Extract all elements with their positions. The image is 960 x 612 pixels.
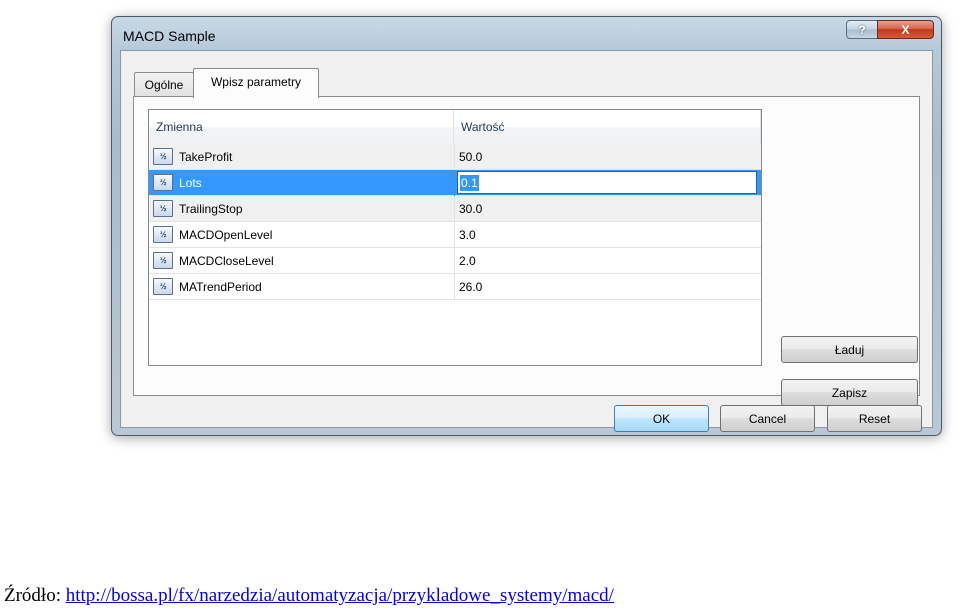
macd-sample-dialog: MACD Sample ? X Ogólne Wpisz parametry Z…	[111, 16, 942, 436]
list-header: Zmienna Wartość	[149, 110, 761, 144]
variable-value: 30.0	[459, 202, 483, 216]
cancel-button[interactable]: Cancel	[720, 405, 815, 432]
variable-name: MATrendPeriod	[179, 280, 262, 294]
variable-name: MACDCloseLevel	[179, 254, 274, 268]
tab-ogolne[interactable]: Ogólne	[134, 72, 194, 97]
table-row-selected[interactable]: ½ Lots 0.1	[149, 170, 761, 196]
save-button[interactable]: Zapisz	[781, 379, 918, 406]
dialog-client-area: Ogólne Wpisz parametry Zmienna Wartość ½…	[120, 50, 933, 432]
variable-name: MACDOpenLevel	[179, 228, 273, 242]
value-edit-input[interactable]: 0.1	[457, 171, 757, 194]
variable-name: TrailingStop	[179, 202, 243, 216]
table-row[interactable]: ½ MACDCloseLevel 2.0	[149, 248, 761, 274]
tab-wpisz-parametry[interactable]: Wpisz parametry	[193, 68, 319, 98]
parameters-list[interactable]: Zmienna Wartość ½ TakeProfit 50.0 ½ Lots…	[148, 109, 762, 366]
variable-value: 3.0	[459, 228, 476, 242]
help-icon: ?	[858, 22, 866, 37]
table-row[interactable]: ½ MATrendPeriod 26.0	[149, 274, 761, 300]
window-title: MACD Sample	[123, 28, 216, 44]
variable-name: TakeProfit	[179, 150, 233, 164]
variable-icon: ½	[153, 174, 173, 191]
variable-icon: ½	[153, 252, 173, 269]
variable-icon: ½	[153, 278, 173, 295]
variable-icon: ½	[153, 148, 173, 165]
ok-button[interactable]: OK	[614, 405, 709, 432]
variable-icon: ½	[153, 226, 173, 243]
variable-name: Lots	[179, 176, 202, 190]
reset-button[interactable]: Reset	[827, 405, 922, 432]
variable-value: 2.0	[459, 254, 476, 268]
close-button[interactable]: X	[877, 20, 934, 39]
close-icon: X	[901, 22, 910, 37]
column-header-wartosc[interactable]: Wartość	[454, 110, 761, 144]
variable-value: 50.0	[459, 150, 483, 164]
load-button[interactable]: Ładuj	[781, 336, 918, 363]
tab-panel-parameters: Zmienna Wartość ½ TakeProfit 50.0 ½ Lots…	[133, 96, 920, 406]
table-row[interactable]: ½ MACDOpenLevel 3.0	[149, 222, 761, 248]
variable-value: 26.0	[459, 280, 483, 294]
source-label: Źródło:	[4, 585, 61, 606]
source-caption: Źródło: http://bossa.pl/fx/narzedzia/aut…	[4, 585, 614, 607]
value-edit-text: 0.1	[460, 175, 479, 191]
column-header-zmienna[interactable]: Zmienna	[149, 110, 454, 144]
table-row[interactable]: ½ TrailingStop 30.0	[149, 196, 761, 222]
help-button[interactable]: ?	[846, 20, 878, 39]
table-row[interactable]: ½ TakeProfit 50.0	[149, 144, 761, 170]
variable-icon: ½	[153, 200, 173, 217]
source-link[interactable]: http://bossa.pl/fx/narzedzia/automatyzac…	[66, 585, 614, 606]
